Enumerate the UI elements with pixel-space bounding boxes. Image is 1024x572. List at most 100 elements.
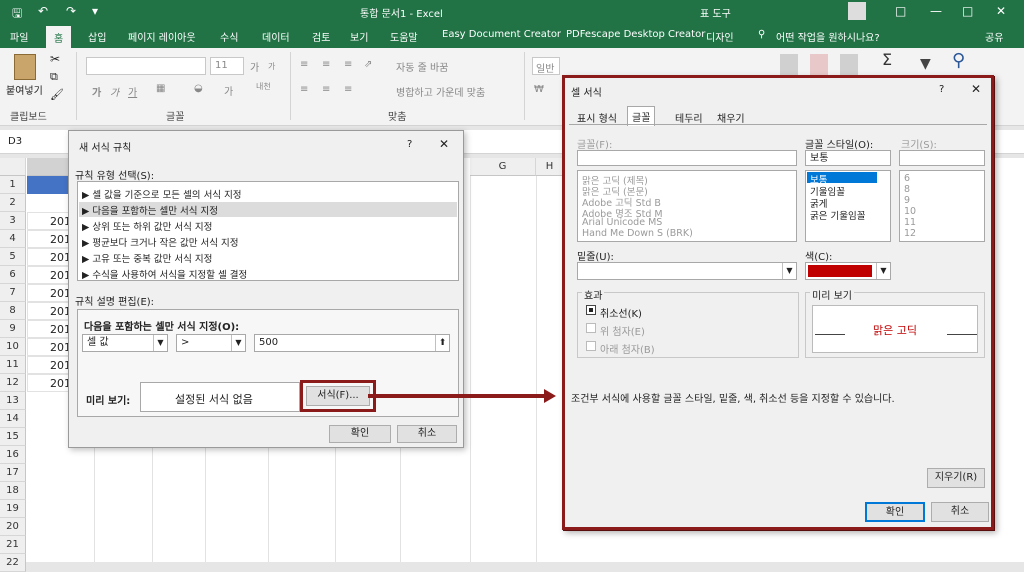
row-header[interactable]: 4 (0, 230, 26, 248)
sort-filter-icon[interactable]: ▼ (920, 56, 931, 72)
close-icon[interactable]: ✕ (996, 4, 1006, 18)
rule-type-item[interactable]: ▶ 평균보다 크거나 작은 값만 서식 지정 (82, 235, 239, 249)
range-picker-icon[interactable]: ⬆ (435, 335, 449, 351)
font-list[interactable]: 맑은 고딕 (제목) 맑은 고딕 (본문) Adobe 고딕 Std B Ado… (577, 170, 797, 242)
insert-cells-icon[interactable] (780, 54, 798, 76)
maximize-icon[interactable]: □ (962, 4, 973, 18)
table-cell[interactable]: 201 (27, 374, 71, 392)
table-cell[interactable]: 201 (27, 320, 71, 338)
clear-button[interactable]: 지우기(R) (927, 468, 985, 488)
table-cell[interactable]: 201 (27, 230, 71, 248)
rule-type-item-selected[interactable]: ▶ 다음을 포함하는 셀만 서식 지정 (82, 203, 218, 217)
copy-icon[interactable]: ⧉ (50, 70, 58, 84)
name-box[interactable]: D3 (8, 136, 22, 147)
font-name-box[interactable] (86, 57, 206, 75)
share-button[interactable]: 공유 (985, 29, 1003, 44)
bold-button[interactable]: 가 (92, 84, 101, 99)
row-header[interactable]: 19 (0, 500, 26, 518)
chevron-down-icon[interactable]: ▼ (876, 263, 890, 279)
find-select-icon[interactable]: ⚲ (952, 50, 965, 71)
color-picker[interactable]: ▼ (805, 262, 891, 280)
align-center-icon[interactable]: ≡ (322, 84, 330, 95)
tab-home[interactable]: 홈 (46, 26, 72, 48)
rule-type-item[interactable]: ▶ 고유 또는 중복 값만 서식 지정 (82, 251, 212, 265)
value-input[interactable]: 500 ⬆ (254, 334, 450, 352)
size-item[interactable]: 10 (904, 206, 916, 217)
rule-type-item[interactable]: ▶ 상위 또는 하위 값만 서식 지정 (82, 219, 212, 233)
strikethrough-checkbox[interactable] (586, 305, 596, 315)
row-header[interactable]: 5 (0, 248, 26, 266)
tab-help[interactable]: 도움말 (390, 29, 418, 44)
row-header[interactable]: 21 (0, 536, 26, 554)
row-header[interactable]: 16 (0, 446, 26, 464)
row-header[interactable]: 9 (0, 320, 26, 338)
size-list[interactable]: 6 8 9 10 11 12 (899, 170, 985, 242)
help-icon[interactable]: ? (939, 84, 944, 95)
row-header[interactable]: 17 (0, 464, 26, 482)
font-style-input[interactable]: 보통 (805, 150, 891, 166)
table-cell[interactable]: 201 (27, 338, 71, 356)
align-middle-icon[interactable]: ≡ (322, 59, 330, 70)
tab-data[interactable]: 데이터 (262, 29, 290, 44)
tab-design[interactable]: 디자인 (706, 29, 734, 44)
chevron-down-icon[interactable]: ▼ (231, 335, 245, 351)
table-header-cell[interactable] (27, 176, 71, 194)
currency-icon[interactable]: ₩ (534, 84, 544, 95)
table-cell[interactable]: 201 (27, 248, 71, 266)
save-icon[interactable]: 🖫 (12, 4, 22, 25)
font-style-item[interactable]: 굵은 기울임꼴 (810, 208, 865, 222)
operator-select[interactable]: > ▼ (176, 334, 246, 352)
undo-icon[interactable]: ↶ (38, 4, 48, 18)
row-header[interactable]: 11 (0, 356, 26, 374)
customize-icon[interactable]: ▾ (92, 4, 98, 18)
align-left-icon[interactable]: ≡ (300, 84, 308, 95)
cancel-button[interactable]: 취소 (397, 425, 457, 443)
size-item[interactable]: 12 (904, 228, 916, 239)
table-cell[interactable]: 201 (27, 266, 71, 284)
redo-icon[interactable]: ↷ (66, 4, 76, 18)
superscript-checkbox[interactable] (586, 323, 596, 333)
size-item[interactable]: 11 (904, 217, 916, 228)
size-item[interactable]: 9 (904, 195, 910, 206)
row-header[interactable]: 18 (0, 482, 26, 500)
ribbon-options-icon[interactable]: □ (895, 4, 906, 18)
row-header[interactable]: 12 (0, 374, 26, 392)
row-header[interactable]: 14 (0, 410, 26, 428)
align-top-icon[interactable]: ≡ (300, 59, 308, 70)
align-right-icon[interactable]: ≡ (344, 84, 352, 95)
tab-pdfescape[interactable]: PDFescape Desktop Creator (566, 29, 705, 40)
row-header[interactable]: 10 (0, 338, 26, 356)
font-item[interactable]: Hand Me Down S (BRK) (582, 228, 693, 239)
subscript-checkbox[interactable] (586, 341, 596, 351)
minimize-icon[interactable]: — (930, 4, 942, 18)
table-cell[interactable]: 201 (27, 302, 71, 320)
chevron-down-icon[interactable]: ▼ (153, 335, 167, 351)
ok-button[interactable]: 확인 (329, 425, 391, 443)
avatar[interactable] (848, 2, 866, 20)
tab-review[interactable]: 검토 (312, 29, 330, 44)
underline-button[interactable]: 가 (128, 84, 137, 99)
row-header[interactable]: 20 (0, 518, 26, 536)
italic-button[interactable]: 가 (110, 84, 119, 99)
size-item[interactable]: 8 (904, 184, 910, 195)
align-bottom-icon[interactable]: ≡ (344, 59, 352, 70)
tab-font[interactable]: 글꼴 (627, 106, 656, 126)
cancel-button[interactable]: 취소 (931, 502, 989, 522)
font-color-icon[interactable]: 가 (224, 83, 233, 98)
close-icon[interactable]: ✕ (439, 137, 449, 151)
ok-button[interactable]: 확인 (865, 502, 925, 522)
underline-select[interactable]: ▼ (577, 262, 797, 280)
row-header[interactable]: 3 (0, 212, 26, 230)
fill-color-icon[interactable]: ◒ (194, 83, 203, 94)
shrink-font-icon[interactable]: 가 (268, 61, 275, 72)
row-header[interactable]: 13 (0, 392, 26, 410)
font-input[interactable] (577, 150, 797, 166)
border-icon[interactable]: ▦ (156, 83, 165, 94)
tab-easy-document-creator[interactable]: Easy Document Creator (442, 29, 561, 40)
delete-cells-icon[interactable] (810, 54, 828, 76)
autosum-icon[interactable]: Σ (882, 50, 892, 69)
rule-type-item[interactable]: ▶ 수식을 사용하여 서식을 지정할 셀 결정 (82, 267, 247, 281)
number-format-box[interactable]: 일반 (532, 57, 560, 75)
font-item[interactable]: Arial Unicode MS (582, 217, 662, 228)
font-size-box[interactable]: 11 (210, 57, 244, 75)
